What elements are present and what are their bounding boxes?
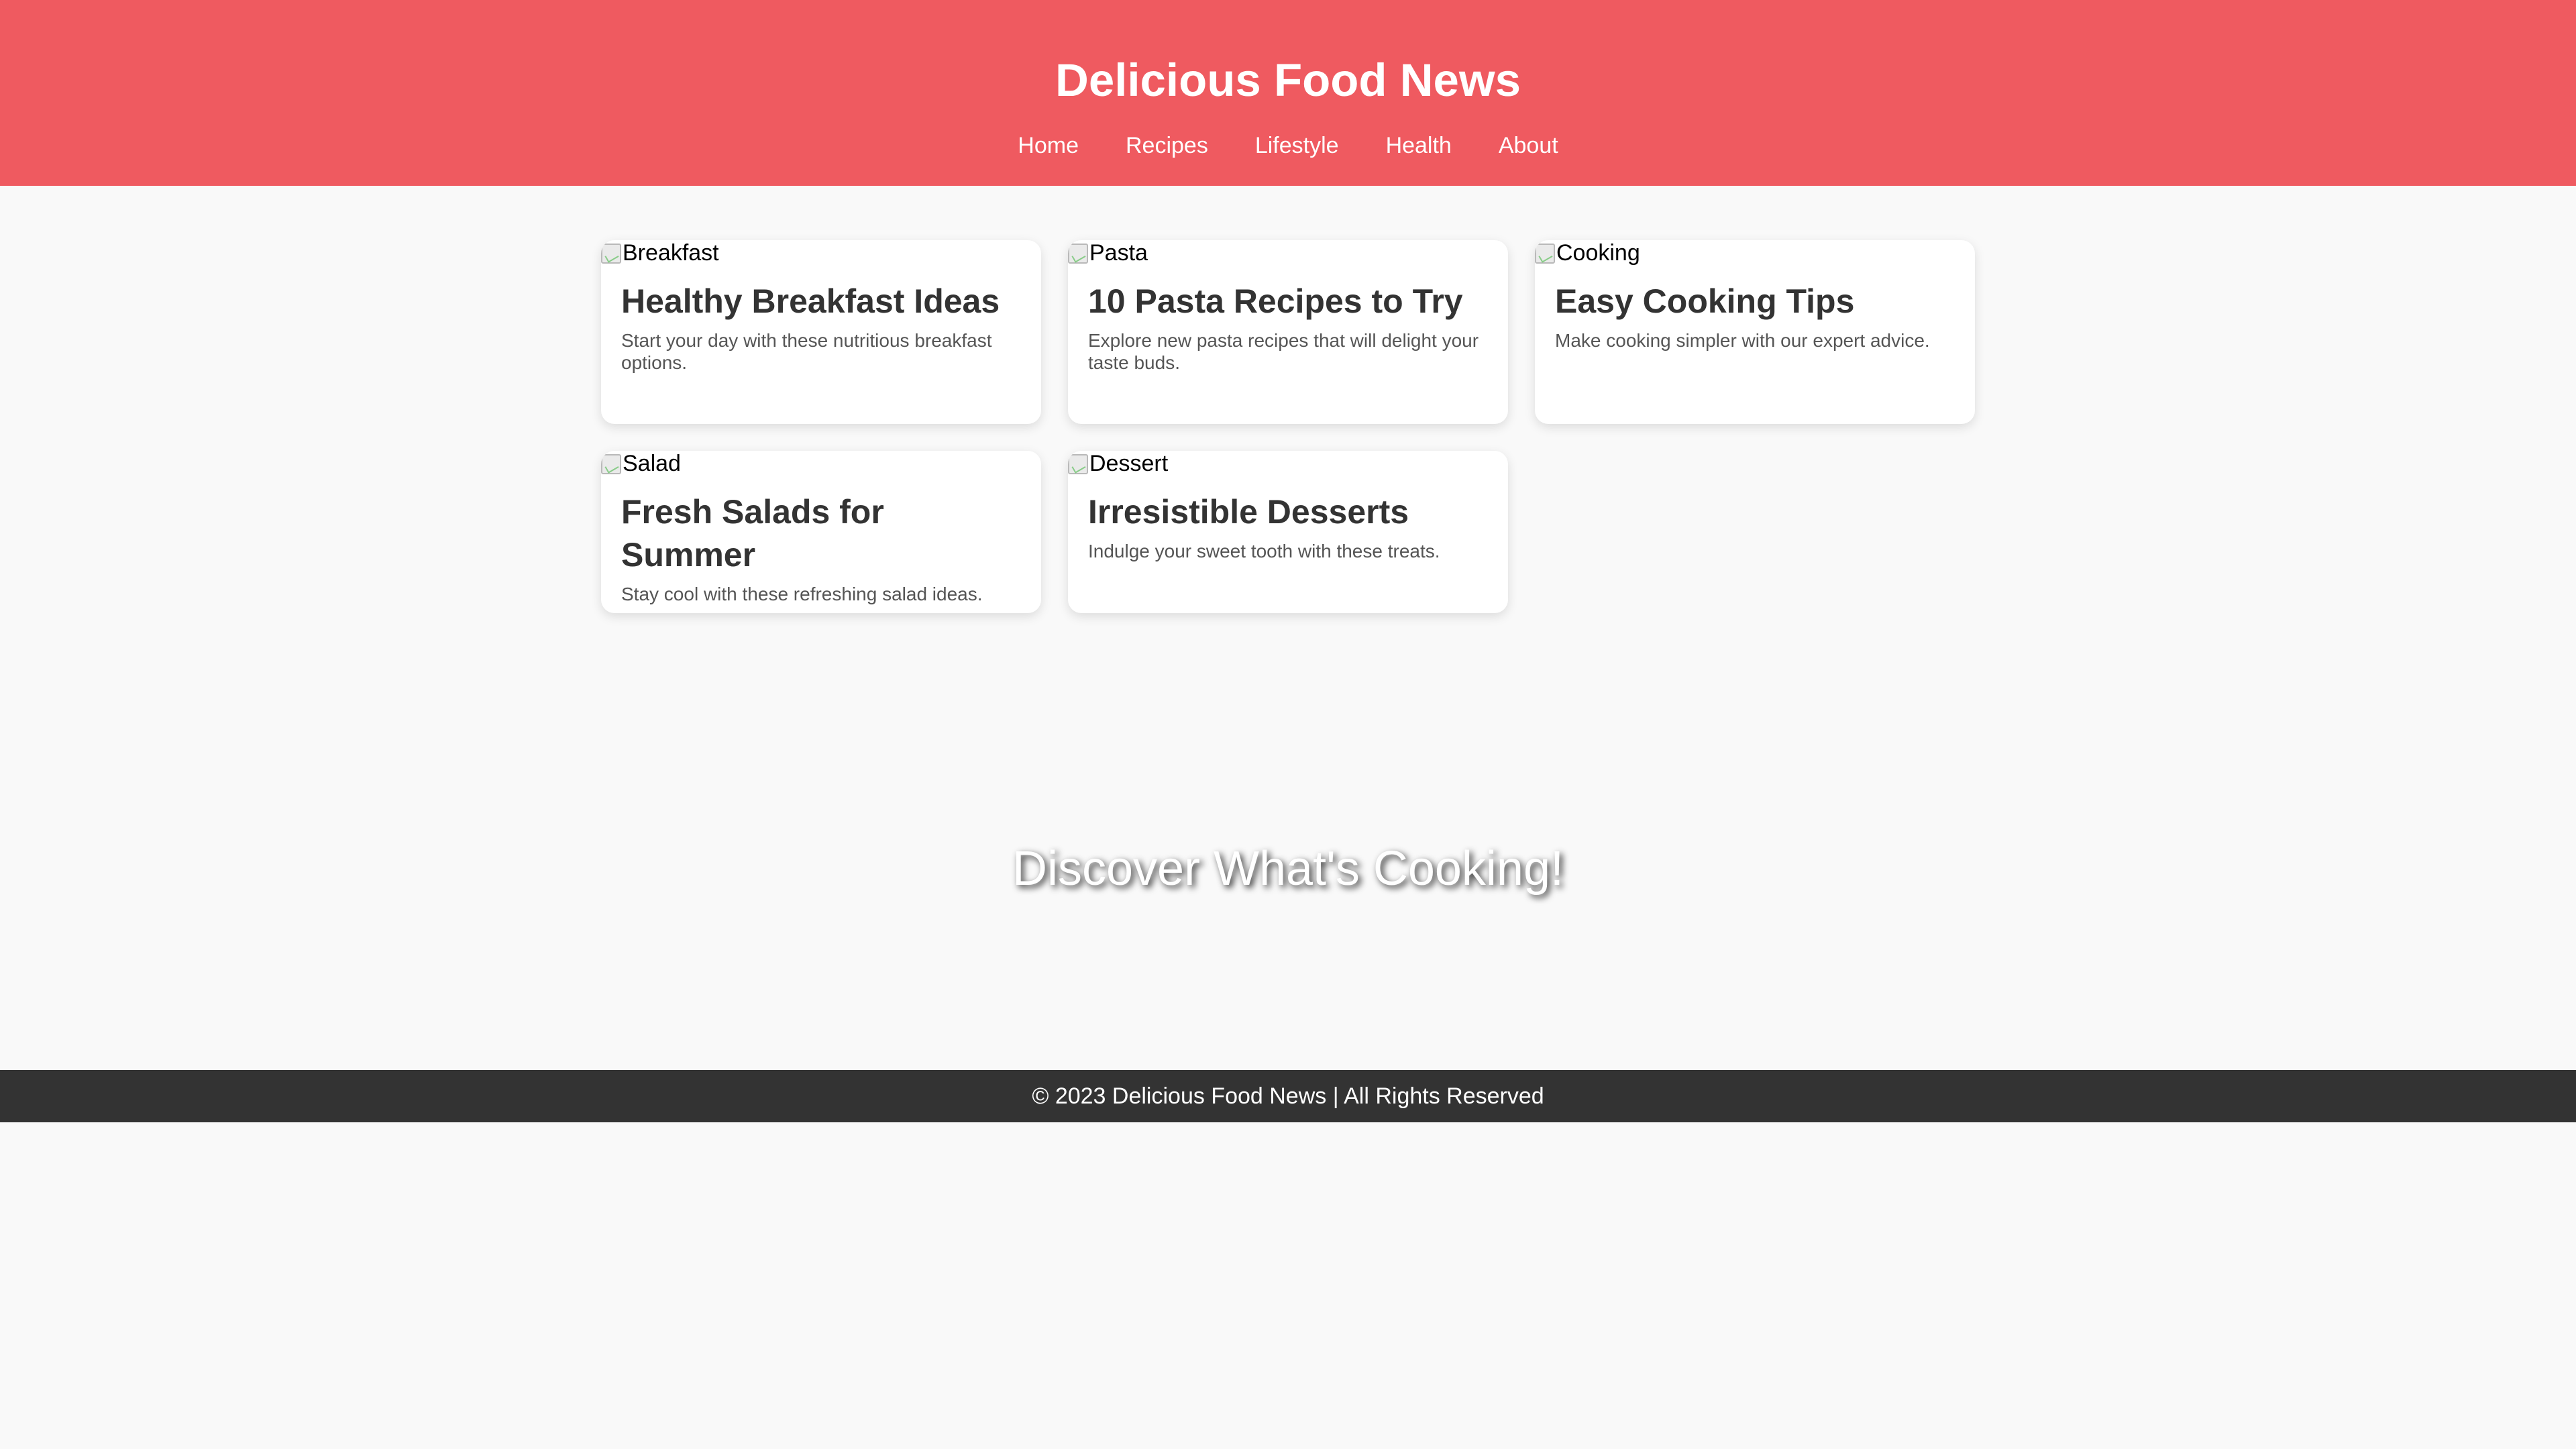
card-image: Dessert: [1068, 451, 1508, 477]
card-image-alt: Pasta: [1089, 240, 1148, 266]
nav-home-link[interactable]: Home: [1018, 132, 1079, 159]
card-image-alt: Cooking: [1556, 240, 1640, 266]
hero-tagline: Discover What's Cooking!: [1012, 842, 1564, 896]
article-card-cooking[interactable]: Cooking Easy Cooking Tips Make cooking s…: [1535, 240, 1975, 424]
nav-about-link[interactable]: About: [1499, 132, 1558, 159]
nav-lifestyle-link[interactable]: Lifestyle: [1255, 132, 1339, 159]
card-image-alt: Breakfast: [623, 240, 719, 266]
card-image: Cooking: [1535, 240, 1975, 266]
card-title[interactable]: Fresh Salads for Summer: [621, 490, 1021, 576]
footer-copyright: © 2023 Delicious Food News | All Rights …: [1032, 1083, 1544, 1109]
card-image: Pasta: [1068, 240, 1508, 266]
article-card-dessert[interactable]: Dessert Irresistible Desserts Indulge yo…: [1068, 451, 1508, 613]
nav-recipes-link[interactable]: Recipes: [1126, 132, 1208, 159]
broken-image-icon: [601, 453, 621, 474]
card-title[interactable]: Easy Cooking Tips: [1555, 280, 1955, 323]
broken-image-icon: [1535, 243, 1555, 264]
article-card-pasta[interactable]: Pasta 10 Pasta Recipes to Try Explore ne…: [1068, 240, 1508, 424]
site-title: Delicious Food News: [1055, 54, 1521, 106]
broken-image-icon: [1068, 453, 1088, 474]
article-card-breakfast[interactable]: Breakfast Healthy Breakfast Ideas Start …: [601, 240, 1041, 424]
card-title[interactable]: Healthy Breakfast Ideas: [621, 280, 1021, 323]
site-footer: © 2023 Delicious Food News | All Rights …: [0, 1070, 2576, 1122]
nav-health-link[interactable]: Health: [1386, 132, 1452, 159]
broken-image-icon: [601, 243, 621, 264]
card-image-alt: Salad: [623, 451, 681, 476]
card-description: Start your day with these nutritious bre…: [621, 330, 992, 373]
site-header: Delicious Food News Home Recipes Lifesty…: [0, 0, 2576, 186]
card-image-alt: Dessert: [1089, 451, 1169, 476]
article-card-salad[interactable]: Salad Fresh Salads for Summer Stay cool …: [601, 451, 1041, 613]
card-description: Explore new pasta recipes that will deli…: [1088, 330, 1479, 373]
card-title[interactable]: 10 Pasta Recipes to Try: [1088, 280, 1488, 323]
card-description: Indulge your sweet tooth with these trea…: [1088, 541, 1440, 561]
card-description: Make cooking simpler with our expert adv…: [1555, 330, 1930, 351]
card-image: Breakfast: [601, 240, 1041, 266]
card-description: Stay cool with these refreshing salad id…: [621, 584, 983, 604]
broken-image-icon: [1068, 243, 1088, 264]
page: Delicious Food News Home Recipes Lifesty…: [0, 0, 2576, 1449]
card-title[interactable]: Irresistible Desserts: [1088, 490, 1488, 533]
main-nav: Home Recipes Lifestyle Health About: [0, 132, 2576, 159]
card-image: Salad: [601, 451, 1041, 477]
